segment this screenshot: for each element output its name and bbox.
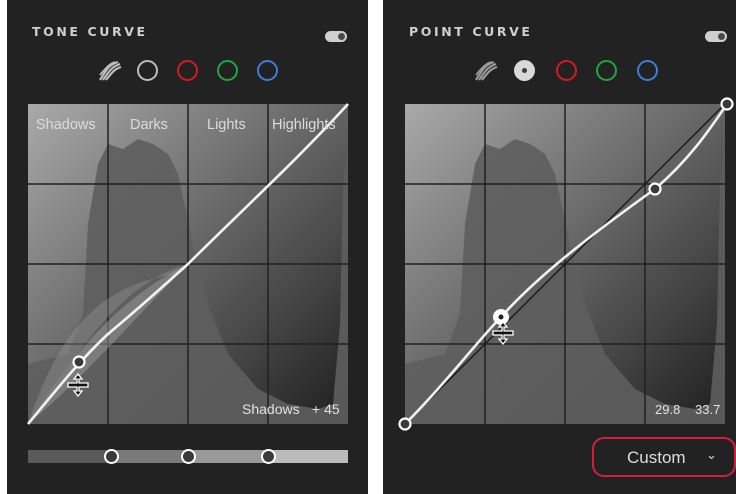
tone-curve-toggle[interactable] [325,31,347,42]
region-label-lights: Lights [207,117,246,133]
tone-curve-channel-row [0,60,368,86]
red-channel-icon[interactable] [556,60,577,81]
readout-value: + 45 [312,401,340,417]
tone-curve-title: TONE CURVE [32,24,148,39]
curve-point [720,97,734,111]
move-cursor-icon [67,373,89,397]
chevron-down-icon: ⌄ [706,447,717,462]
region-label-darks: Darks [130,117,168,133]
parametric-curve-icon[interactable] [473,60,499,82]
rgb-channel-icon[interactable] [514,60,535,81]
green-channel-icon[interactable] [217,60,238,81]
point-curve-toggle[interactable] [705,31,727,42]
blue-channel-icon[interactable] [637,60,658,81]
curve-point [398,417,412,431]
curve-point-active-center [498,314,504,320]
region-label-shadows: Shadows [36,117,96,133]
region-split-slider[interactable] [28,449,348,464]
readout-label: Shadows [242,401,300,417]
readout-output: 33.7 [695,402,721,417]
region-label-highlights: Highlights [272,117,336,133]
point-curve-graph[interactable] [398,97,734,431]
curve-preset-dropdown[interactable]: Custom ⌄ [592,437,736,477]
readout-input: 29.8 [655,402,681,417]
blue-channel-icon[interactable] [257,60,278,81]
curve-preset-label: Custom [627,448,686,467]
rgb-channel-icon[interactable] [137,60,158,81]
slider-handle-3[interactable] [261,449,276,464]
green-channel-icon[interactable] [596,60,617,81]
slider-handle-2[interactable] [181,449,196,464]
point-curve-channel-row [383,60,736,86]
slider-segment-darks [108,450,188,463]
curve-point [648,182,662,196]
curve-point [72,355,86,369]
slider-segment-shadows [28,450,108,463]
red-channel-icon[interactable] [177,60,198,81]
slider-handle-1[interactable] [104,449,119,464]
point-curve-title: POINT CURVE [409,24,533,39]
parametric-curve-icon[interactable] [97,60,123,82]
slider-segment-highlights [268,450,348,463]
move-cursor-icon [492,321,514,345]
slider-segment-lights [188,450,268,463]
